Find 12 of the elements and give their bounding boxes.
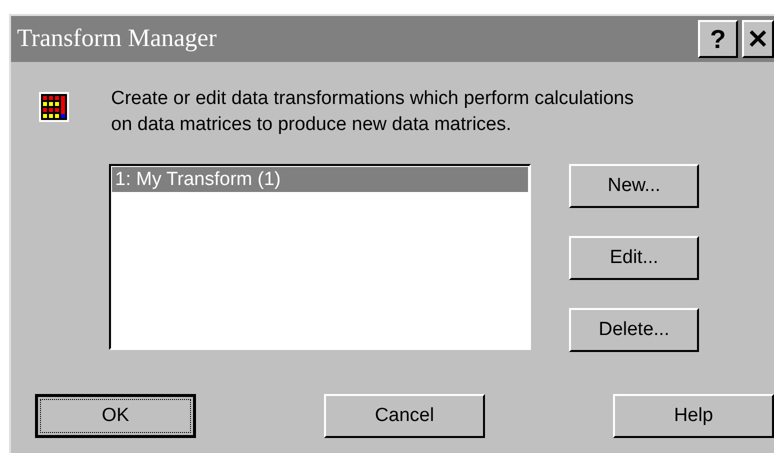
list-item[interactable]: 1: My Transform (1) (112, 167, 528, 192)
action-button[interactable]: Delete... (569, 308, 699, 352)
matrix-icon (39, 92, 69, 122)
dialog-button[interactable]: OK (35, 394, 196, 438)
window-title: Transform Manager (17, 25, 218, 53)
dialog-button[interactable]: Cancel (324, 394, 485, 438)
description-text: Create or edit data transformations which perform calculations on data matrices to produce new data matrices. (111, 87, 635, 137)
help-button[interactable]: ? (698, 20, 738, 58)
dialog-button[interactable]: Help (613, 394, 774, 438)
action-button[interactable]: New... (569, 164, 699, 208)
close-button[interactable]: ✕ (742, 20, 774, 58)
action-button[interactable]: Edit... (569, 236, 699, 280)
